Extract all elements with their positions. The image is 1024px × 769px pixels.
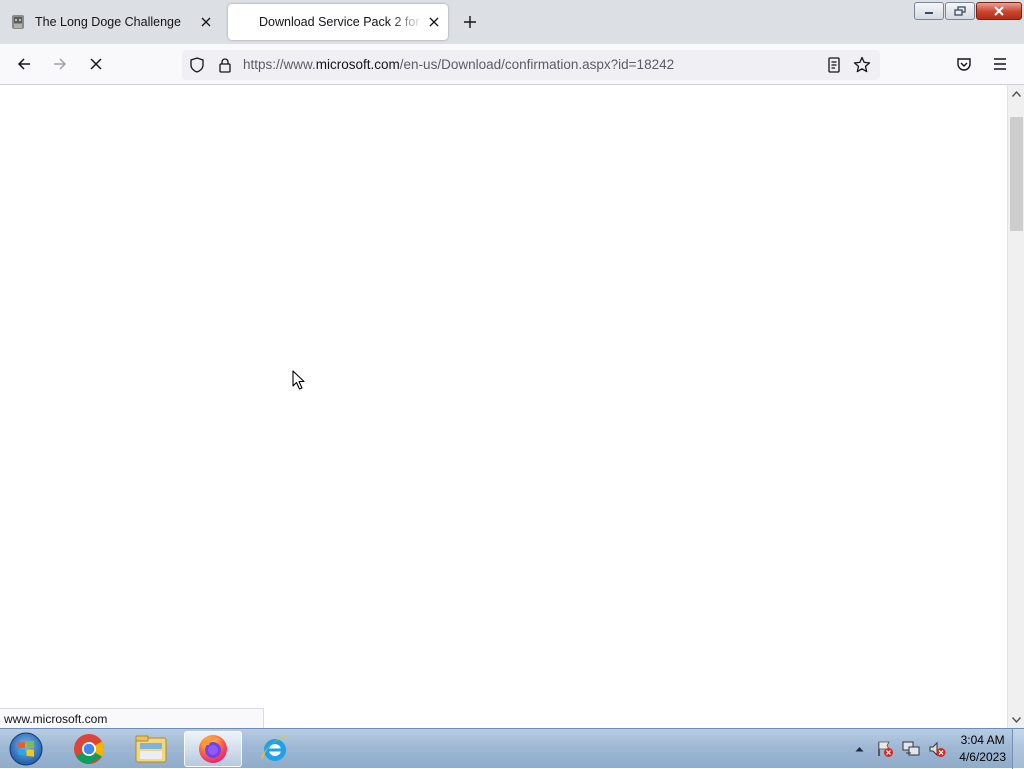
back-arrow-icon [17,58,30,70]
chrome-icon [74,734,105,764]
network-icon[interactable] [901,739,921,759]
system-tray: 3:04 AM 4/6/2023 [843,729,1006,769]
status-bar: www.microsoft.com [0,708,264,728]
explorer-icon [135,735,167,763]
taskbar-chrome[interactable] [60,731,118,767]
restore-icon [954,6,966,16]
close-icon [994,6,1004,16]
clock[interactable]: 3:04 AM 4/6/2023 [959,732,1006,766]
pocket-icon [957,58,971,71]
window-caption-buttons [914,2,1022,20]
tab-strip: The Long Doge Challenge Download Service… [0,0,1024,44]
action-center-flag-icon[interactable] [875,739,895,759]
minimize-icon [925,12,933,14]
firefox-icon [199,735,227,763]
tab-download-service-pack[interactable]: Download Service Pack 2 for Windows [228,4,448,40]
taskbar-explorer[interactable] [122,731,180,767]
loading-icon [234,14,250,30]
tracking-protection-shield-icon[interactable] [187,55,207,75]
scroll-down-arrow-icon[interactable] [1008,711,1024,728]
start-button[interactable] [6,730,46,768]
minimize-button[interactable] [914,2,944,20]
url-path: /en-us/Download/confirmation.aspx?id=182… [399,57,675,72]
forward-button[interactable] [46,50,74,78]
internet-explorer-icon [261,735,288,761]
show-desktop-button[interactable] [1012,729,1024,769]
volume-muted-icon[interactable] [927,739,947,759]
hamburger-menu-icon [994,58,1006,70]
plus-icon [464,16,476,28]
close-window-button[interactable] [976,2,1022,20]
page-content[interactable] [0,85,1024,728]
url-prefix: https://www. [243,57,316,72]
taskbar-internet-explorer[interactable] [246,731,304,767]
reader-view-icon[interactable] [824,55,844,75]
close-tab-icon[interactable] [195,11,217,33]
lock-icon[interactable] [215,55,235,75]
url-host: microsoft.com [315,57,400,72]
new-tab-button[interactable] [456,8,484,36]
close-tab-icon[interactable] [423,11,445,33]
clock-time: 3:04 AM [960,733,1005,747]
mouse-cursor-icon [292,370,306,396]
tab-title: Download Service Pack 2 for Windows [259,15,423,29]
stop-loading-button[interactable] [82,50,110,78]
stop-icon [90,58,102,70]
tab-long-doge-challenge[interactable]: The Long Doge Challenge [4,4,220,40]
windows-logo-icon [9,732,43,766]
taskbar-firefox[interactable] [184,731,242,767]
scrollbar-thumb[interactable] [1010,117,1023,231]
bookmark-star-icon[interactable] [852,55,872,75]
clock-date: 4/6/2023 [959,750,1006,764]
url-bar[interactable]: https://www.microsoft.com/en-us/Download… [182,50,880,80]
scroll-up-arrow-icon[interactable] [1008,85,1024,102]
restore-button[interactable] [945,2,975,20]
url-text[interactable]: https://www.microsoft.com/en-us/Download… [243,57,674,72]
forward-arrow-icon [54,58,67,70]
app-menu-button[interactable] [986,50,1014,78]
taskbar: 3:04 AM 4/6/2023 [0,728,1024,769]
vertical-scrollbar[interactable] [1007,85,1024,728]
back-button[interactable] [10,50,38,78]
show-hidden-icons-icon[interactable] [849,739,869,759]
doge-icon [10,14,26,30]
tab-title: The Long Doge Challenge [35,15,181,29]
pocket-button[interactable] [950,50,978,78]
